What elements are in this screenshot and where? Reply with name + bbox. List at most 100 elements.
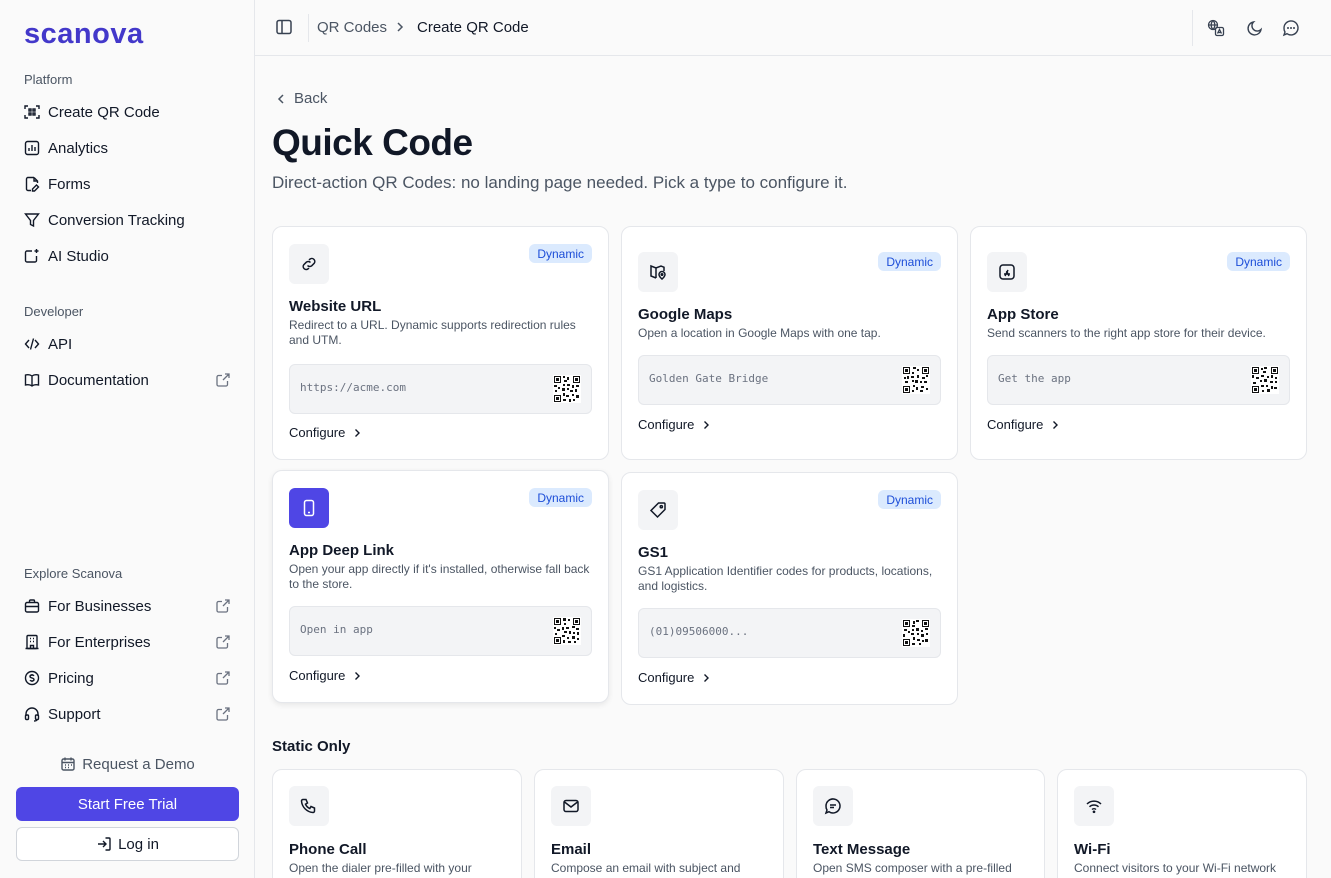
card-preview: Get the app (987, 355, 1290, 405)
card-preview: Open in app (289, 606, 592, 656)
sidebar-item-for-businesses[interactable]: For Businesses (16, 590, 239, 622)
sidebar-item-api[interactable]: API (16, 328, 239, 360)
card-text-message[interactable]: Text Message Open SMS composer with a pr… (796, 769, 1045, 878)
card-google-maps[interactable]: Dynamic Google Maps Open a location in G… (621, 226, 958, 460)
chevron-right-icon (351, 670, 363, 682)
card-email[interactable]: Email Compose an email with subject and (534, 769, 784, 878)
dynamic-badge: Dynamic (878, 252, 941, 271)
message-icon (813, 786, 853, 826)
book-icon (24, 372, 40, 388)
configure-link[interactable]: Configure (289, 668, 363, 683)
card-app-deep-link[interactable]: Dynamic App Deep Link Open your app dire… (272, 470, 609, 703)
configure-label: Configure (638, 670, 695, 685)
qr-code-icon (1251, 366, 1279, 394)
sidebar-item-label: Support (48, 705, 101, 723)
scanova-logo[interactable]: scanova (24, 18, 144, 51)
sidebar-item-create-qr-code[interactable]: Create QR Code (16, 96, 239, 128)
sidebar-item-label: Analytics (48, 139, 109, 157)
qr-code-icon (902, 366, 930, 394)
preview-value: https://acme.com (300, 381, 406, 394)
sidebar-item-label: AI Studio (48, 247, 109, 265)
wifi-icon (1074, 786, 1114, 826)
section-title-static-only: Static Only (272, 738, 351, 755)
qr-scan-icon (24, 104, 40, 120)
preview-value: Get the app (998, 372, 1071, 385)
sidebar-item-label: Documentation (48, 371, 149, 389)
login-icon (96, 836, 112, 852)
dynamic-badge: Dynamic (529, 488, 592, 507)
dynamic-badge: Dynamic (878, 490, 941, 509)
bar-chart-icon (24, 140, 40, 156)
sidebar-item-conversion-tracking[interactable]: Conversion Tracking (16, 204, 239, 236)
sidebar-item-forms[interactable]: Forms (16, 168, 239, 200)
sidebar-item-analytics[interactable]: Analytics (16, 132, 239, 164)
card-preview: Golden Gate Bridge (638, 355, 941, 405)
card-preview: (01)09506000... (638, 608, 941, 658)
section-title-explore: Explore Scanova (24, 566, 123, 581)
sidebar-item-documentation[interactable]: Documentation (16, 364, 239, 396)
form-icon (24, 176, 40, 192)
card-wi-fi[interactable]: Wi-Fi Connect visitors to your Wi-Fi net… (1057, 769, 1307, 878)
card-gs1[interactable]: Dynamic GS1 GS1 Application Identifier c… (621, 472, 958, 705)
chevron-right-icon (351, 427, 363, 439)
configure-link[interactable]: Configure (638, 417, 712, 432)
smartphone-icon (289, 488, 329, 528)
sparkle-icon (24, 248, 40, 264)
card-website-url[interactable]: Dynamic Website URL Redirect to a URL. D… (272, 226, 609, 460)
sidebar-item-label: Create QR Code (48, 103, 160, 121)
request-demo-link[interactable]: Request a Demo (16, 748, 239, 780)
code-icon (24, 336, 40, 352)
card-title: Text Message (813, 841, 911, 858)
sidebar-item-label: For Businesses (48, 597, 152, 615)
external-link-icon (215, 372, 231, 388)
card-description: Open a location in Google Maps with one … (638, 326, 881, 340)
preview-value: Golden Gate Bridge (649, 372, 769, 385)
map-pin-icon (638, 252, 678, 292)
sidebar-item-support[interactable]: Support (16, 698, 239, 730)
chevron-right-icon (700, 672, 712, 684)
card-description: Redirect to a URL. Dynamic supports redi… (289, 318, 576, 347)
sidebar-item-label: Pricing (48, 669, 94, 687)
card-description: Compose an email with subject and (551, 861, 741, 875)
topbar: QR Codes Create QR Code (255, 0, 1331, 56)
moon-icon[interactable] (1246, 19, 1264, 37)
card-description: Open SMS composer with a pre-filled (813, 861, 1012, 875)
dynamic-badge: Dynamic (529, 244, 592, 263)
start-free-trial-button[interactable]: Start Free Trial (16, 787, 239, 821)
card-description: Open the dialer pre-filled with your (289, 861, 472, 875)
configure-label: Configure (987, 417, 1044, 432)
qr-code-icon (553, 617, 581, 645)
tag-icon (638, 490, 678, 530)
qr-code-icon (902, 619, 930, 647)
chevron-left-icon (274, 92, 288, 106)
configure-link[interactable]: Configure (289, 425, 363, 440)
breadcrumb-current: Create QR Code (417, 19, 529, 36)
sidebar-item-for-enterprises[interactable]: For Enterprises (16, 626, 239, 658)
divider (308, 14, 309, 42)
configure-link[interactable]: Configure (987, 417, 1061, 432)
app-store-icon (987, 252, 1027, 292)
sidebar: scanova Platform Create QR Code Analytic… (0, 0, 255, 878)
card-app-store[interactable]: Dynamic App Store Send scanners to the r… (970, 226, 1307, 460)
log-in-label: Log in (118, 835, 159, 853)
configure-link[interactable]: Configure (638, 670, 712, 685)
sidebar-item-pricing[interactable]: Pricing (16, 662, 239, 694)
page-title: Quick Code (272, 122, 473, 163)
breadcrumb-qr-codes[interactable]: QR Codes (317, 19, 387, 36)
card-phone-call[interactable]: Phone Call Open the dialer pre-filled wi… (272, 769, 522, 878)
back-link[interactable]: Back (274, 90, 327, 107)
divider (1192, 10, 1193, 46)
sidebar-item-ai-studio[interactable]: AI Studio (16, 240, 239, 272)
qr-code-icon (553, 375, 581, 403)
section-title-developer: Developer (24, 304, 84, 319)
card-title: App Store (987, 306, 1059, 323)
external-link-icon (215, 634, 231, 650)
sidebar-item-label: API (48, 335, 73, 353)
log-in-button[interactable]: Log in (16, 827, 239, 861)
card-description: Send scanners to the right app store for… (987, 326, 1266, 340)
sidebar-toggle-icon[interactable] (275, 18, 293, 36)
chat-icon[interactable] (1282, 19, 1300, 37)
configure-label: Configure (289, 668, 346, 683)
card-title: App Deep Link (289, 542, 395, 559)
translate-icon[interactable] (1207, 19, 1225, 37)
